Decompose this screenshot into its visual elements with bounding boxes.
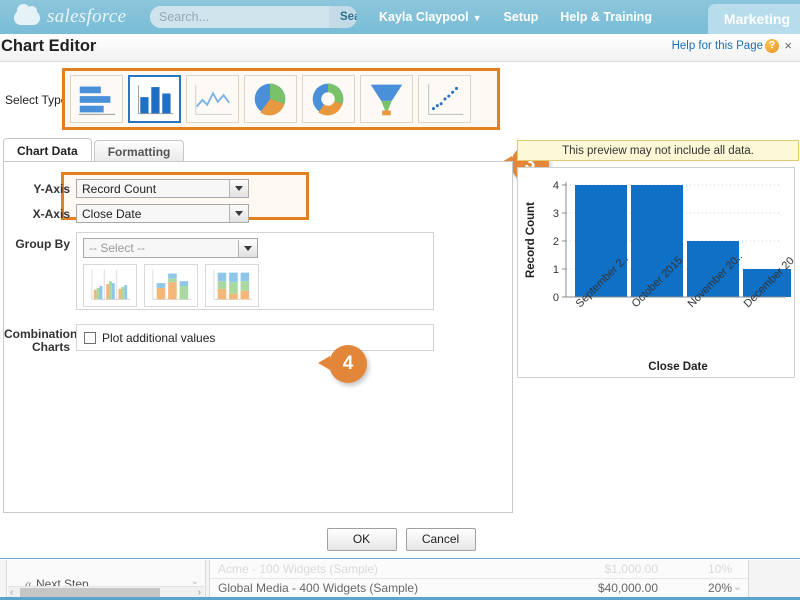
chart-type-highlight-box [62,68,500,130]
group-by-style-thumbs [83,264,427,307]
chevron-down-icon[interactable] [229,180,248,197]
background-page: a Next Step ⌄ ‹ › Acme - 100 Widgets (Sam… [0,560,800,600]
plot-additional-values-checkbox[interactable] [84,331,96,344]
select-type-row: Select Type: 3 [0,63,800,183]
group-by-label: Group By [15,237,70,251]
y-axis-row: Y-Axis Record Count [4,179,249,198]
select-type-label: Select Type: [5,93,71,107]
group-by-panel: -- Select -- [76,232,434,310]
x-axis-label: X-Axis [32,206,70,221]
setup-link[interactable]: Setup [504,10,539,24]
cancel-button[interactable]: Cancel [405,527,476,551]
page-title: Chart Editor [1,37,97,55]
chevron-down-icon: ▼ [472,13,482,23]
group-by-value: -- Select -- [89,241,146,255]
table-row[interactable]: Acme - 100 Widgets (Sample) $1,000.00 10… [210,560,748,579]
ok-button[interactable]: OK [326,527,397,551]
ytick-0: 0 [553,292,559,304]
tab-formatting[interactable]: Formatting [93,140,185,162]
y-axis-label: Y-Axis [33,181,70,196]
background-table: Acme - 100 Widgets (Sample) $1,000.00 10… [209,560,749,600]
chart-type-funnel[interactable] [360,75,413,123]
chart-type-pie[interactable] [244,75,297,123]
y-axis-title: Record Count [525,202,537,278]
dialog-tabs: Chart Data Formatting [3,138,186,162]
ytick-4: 4 [553,180,559,192]
help-icon[interactable]: ? [765,39,779,53]
row-name: Acme - 100 Widgets (Sample) [218,562,379,576]
chevron-down-icon[interactable] [238,239,257,257]
help-training-link[interactable]: Help & Training [560,10,652,24]
ytick-1: 1 [553,264,559,276]
chart-preview: 4 3 2 1 0 Record Count September 2.. Oct… [517,167,795,378]
x-axis-select[interactable]: Close Date [76,204,249,223]
row-pct: 10% [707,562,732,576]
salesforce-wordmark: salesforce [47,6,127,27]
background-field-ghost [7,560,205,574]
y-axis-value: Record Count [82,181,157,196]
group-style-full-stacked-bars[interactable] [205,264,259,307]
chart-editor-dialog: Chart Editor Help for this Page ? × Sele… [0,34,800,559]
combination-charts-label-line2: Charts [31,340,70,354]
preview-note: This preview may not include all data. [517,140,799,161]
dialog-titlebar: Chart Editor Help for this Page ? × [0,34,800,62]
search-input[interactable] [150,6,329,28]
salesforce-header: salesforce Search Kayla Claypool▼ Setup … [0,0,800,34]
preview-bar-chart: 4 3 2 1 0 Record Count September 2.. Oct… [525,180,794,373]
tab-chart-data[interactable]: Chart Data [3,138,92,162]
chevron-down-icon[interactable] [229,205,248,222]
combination-charts-row: Combination Charts Plot additional value… [4,324,434,354]
group-by-select[interactable]: -- Select -- [83,238,258,258]
combination-charts-label: Combination Charts [4,324,77,354]
y-axis-select[interactable]: Record Count [76,179,249,198]
chart-type-scatter[interactable] [418,75,471,123]
callout-badge-4: 4 [318,345,367,383]
ytick-3: 3 [553,208,559,220]
scroll-down-arrow-icon[interactable]: ⌄ [733,580,742,593]
chart-type-line[interactable] [186,75,239,123]
row-name: Global Media - 400 Widgets (Sample) [218,581,419,595]
chart-type-strip [65,71,497,127]
tab-marketing[interactable]: Marketing [707,4,800,34]
chart-data-panel: Y-Axis Record Count X-Axis Close Date Gr… [3,161,513,513]
group-style-stacked-bars[interactable] [144,264,198,307]
plot-additional-values-label: Plot additional values [102,330,216,345]
screenshot-root: salesforce Search Kayla Claypool▼ Setup … [0,0,800,600]
user-menu[interactable]: Kayla Claypool ▼ [379,10,482,24]
group-style-grouped-bars[interactable] [83,264,137,307]
x-axis-row: X-Axis Close Date [4,204,249,223]
header-nav: Kayla Claypool ▼ Setup Help & Training [379,10,652,24]
global-search[interactable]: Search [150,6,357,28]
combination-charts-panel: Plot additional values [76,324,434,351]
cloud-icon [14,3,40,25]
chart-type-donut[interactable] [302,75,355,123]
x-axis-title: Close Date [648,361,707,373]
chart-type-vertical-bar[interactable] [128,75,181,123]
ytick-2: 2 [553,236,559,248]
close-icon[interactable]: × [781,38,795,53]
user-menu-label: Kayla Claypool [379,10,469,24]
row-amount: $1,000.00 [604,562,658,576]
background-field-panel: a Next Step ⌄ ‹ › [6,560,206,600]
x-axis-value: Close Date [82,206,142,221]
group-by-row: Group By -- Select -- [4,232,434,310]
row-amount: $40,000.00 [597,581,658,595]
table-row[interactable]: Global Media - 400 Widgets (Sample) $40,… [210,579,748,598]
search-button[interactable]: Search [329,6,357,28]
salesforce-logo[interactable]: salesforce [14,3,144,28]
help-for-this-page-link[interactable]: Help for this Page [672,40,763,52]
chart-type-horizontal-bar[interactable] [70,75,123,123]
dialog-footer: OK Cancel [0,520,800,558]
